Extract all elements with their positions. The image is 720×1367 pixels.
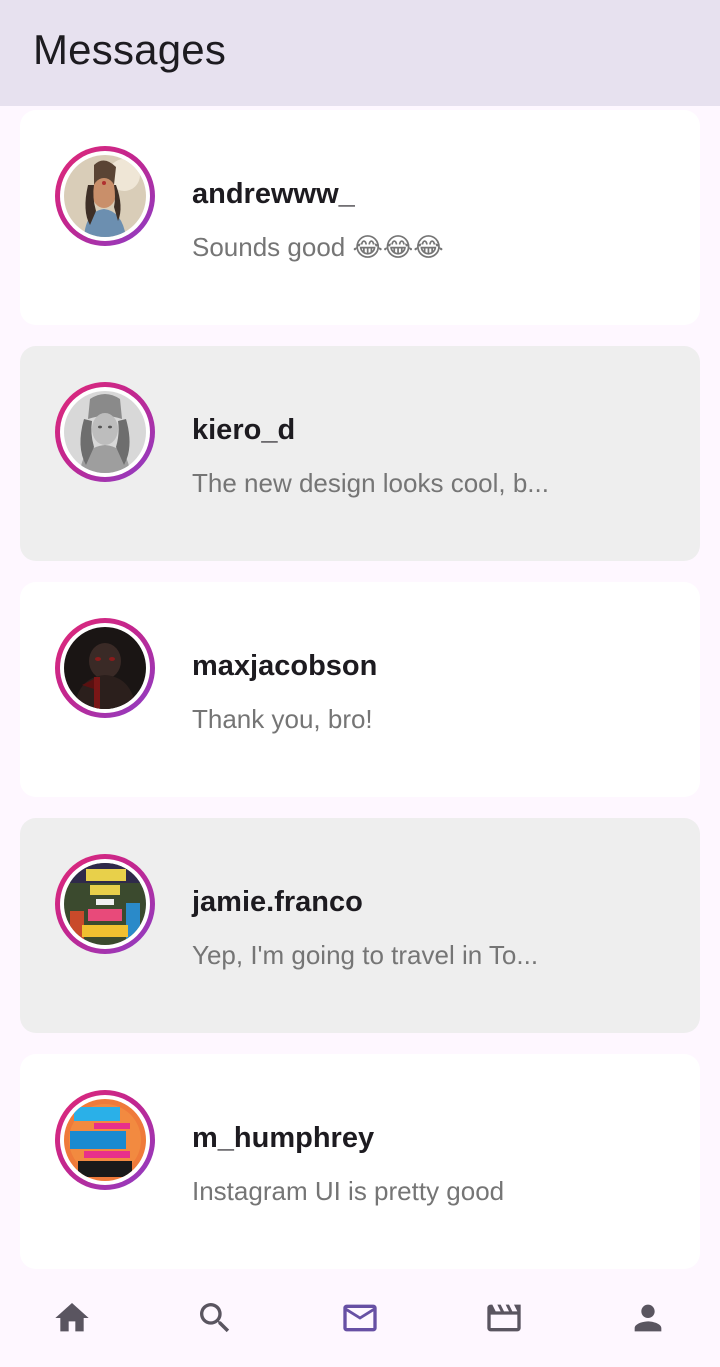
bottom-navigation xyxy=(0,1280,720,1367)
avatar xyxy=(55,382,155,482)
nav-reels-button[interactable] xyxy=(484,1298,524,1338)
conversation-preview: Thank you, bro! xyxy=(192,704,373,734)
conversation-preview: Sounds good 😂😂😂 xyxy=(192,232,444,262)
nav-home-button[interactable] xyxy=(52,1298,92,1338)
conversation-username: andrewww_ xyxy=(192,178,355,210)
conversation-preview: Instagram UI is pretty good xyxy=(192,1176,505,1206)
conversation-card[interactable]: andrewww_ Sounds good 😂😂😂 xyxy=(20,110,700,325)
conversation-card[interactable]: maxjacobson Thank you, bro! xyxy=(20,582,700,797)
conversation-username: maxjacobson xyxy=(192,650,378,682)
avatar xyxy=(55,1090,155,1190)
avatar xyxy=(55,146,155,246)
avatar-never-fear-poster-icon xyxy=(64,1099,146,1181)
avatar-shiva-grey-icon xyxy=(64,391,146,473)
avatar-dark-warrior-icon xyxy=(64,627,146,709)
conversation-card[interactable]: m_humphrey Instagram UI is pretty good xyxy=(20,1054,700,1269)
nav-search-button[interactable] xyxy=(195,1298,235,1338)
conversation-list[interactable]: andrewww_ Sounds good 😂😂😂 kiero_d The ne… xyxy=(0,0,720,1280)
nav-profile-button[interactable] xyxy=(628,1298,668,1338)
conversation-preview: The new design looks cool, b... xyxy=(192,468,549,498)
search-icon xyxy=(200,1303,230,1333)
conversation-card[interactable]: kiero_d The new design looks cool, b... xyxy=(20,346,700,561)
avatar-every-day-poster-icon xyxy=(64,863,146,945)
page-title: Messages xyxy=(33,26,227,73)
person-icon xyxy=(634,1304,662,1332)
conversation-card[interactable]: jamie.franco Yep, I'm going to travel in… xyxy=(20,818,700,1033)
avatar xyxy=(55,854,155,954)
nav-messages-button[interactable] xyxy=(340,1298,380,1338)
movie-icon xyxy=(487,1304,521,1332)
mail-icon xyxy=(343,1304,377,1332)
home-icon xyxy=(55,1303,89,1332)
conversation-username: jamie.franco xyxy=(192,886,363,918)
avatar-shiva-colored-icon xyxy=(64,155,146,237)
conversation-username: kiero_d xyxy=(192,414,296,446)
conversation-preview: Yep, I'm going to travel in To... xyxy=(192,940,539,970)
avatar xyxy=(55,618,155,718)
app-bar: Messages xyxy=(0,0,720,106)
conversation-username: m_humphrey xyxy=(192,1122,375,1154)
